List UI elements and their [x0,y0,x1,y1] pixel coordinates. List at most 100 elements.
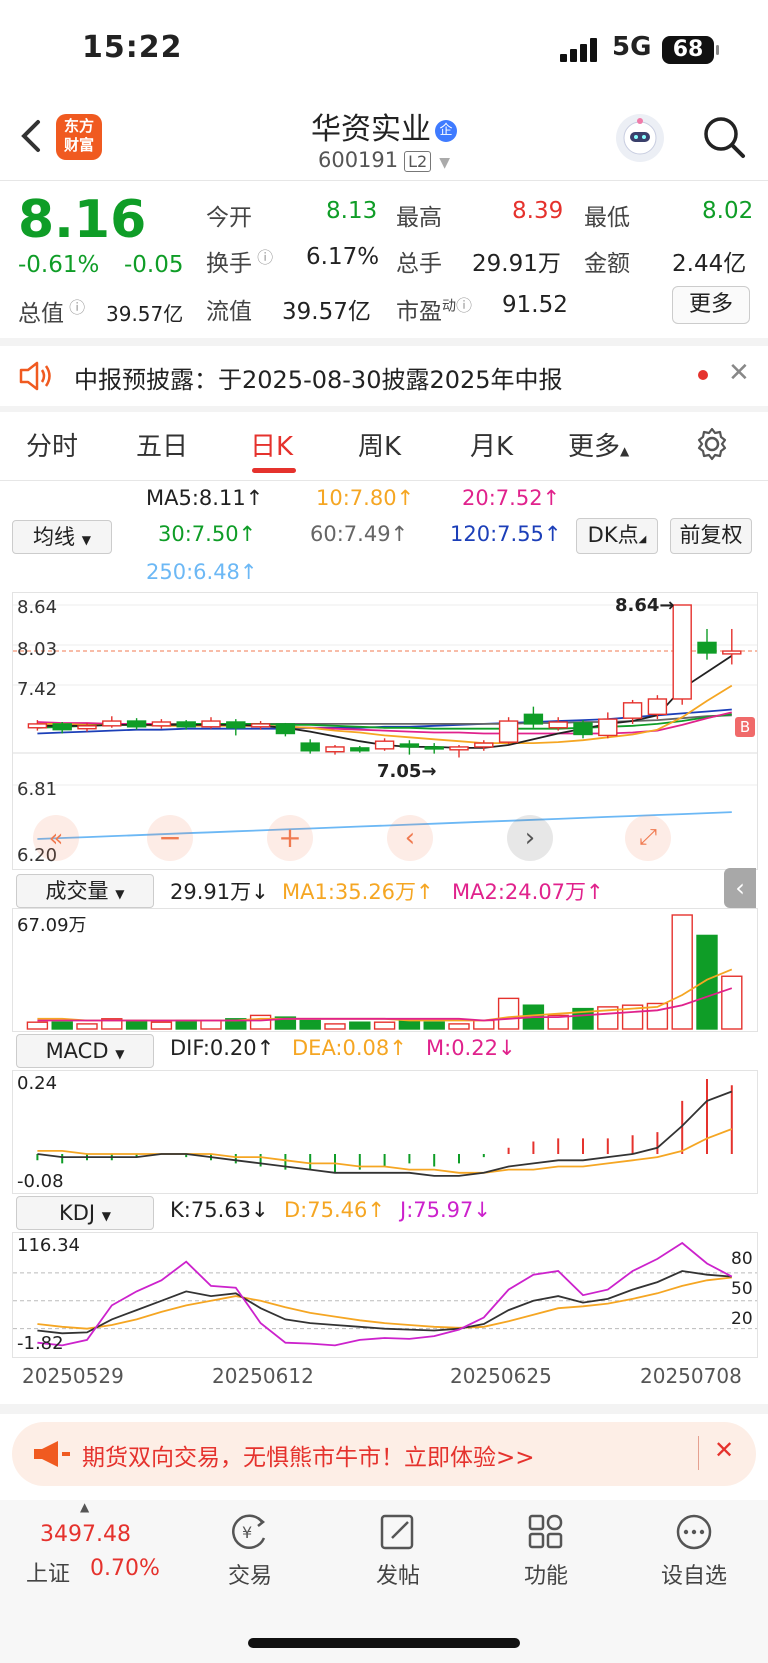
more-button[interactable]: 更多 [672,286,750,324]
rewind-icon[interactable]: « [33,815,79,861]
candle-body [647,698,668,716]
candle-body [102,720,122,727]
candle-body [498,720,519,743]
volume-y-top: 67.09万 [17,915,87,936]
candle-body [52,723,72,731]
candle-body [275,723,296,735]
kdj-j-line [37,1241,733,1347]
tab-more[interactable]: 更多▲ [568,426,629,463]
adjust-mode-button[interactable]: 前复权 [670,518,752,554]
nav-functions[interactable]: 功能 [496,1512,596,1590]
low-value: 8.02 [702,198,754,224]
unread-dot [698,370,708,380]
index-value[interactable]: 3497.48 [40,1522,131,1547]
kdj-indicator-select[interactable]: KDJ ▼ [16,1196,154,1230]
next-icon[interactable]: › [507,815,553,861]
notice-bar[interactable]: 中报预披露：于2025-08-30披露2025年中报 ✕ [0,346,768,406]
macd-dea: DEA:0.08↑ [292,1036,407,1060]
candle-body [176,721,196,728]
zoom-in-icon[interactable]: + [267,815,313,861]
date-label: 20250612 [212,1364,314,1388]
index-change: 0.70% [90,1556,160,1581]
nav-post[interactable]: 发帖 [348,1512,448,1590]
quote-panel: 8.16 -0.61% -0.05 总值 ⓘ 39.57亿 今开 8.13 最高… [0,182,768,342]
tab-daily-k[interactable]: 日K [250,426,293,463]
nav-trade[interactable]: ¥ 交易 [200,1512,300,1590]
divider [698,1436,699,1470]
status-time: 15:22 [82,30,183,65]
stock-header: 东方 财富 华资实业企 600191 L2 ▼ [0,100,768,181]
trade-icon: ¥ [232,1514,266,1549]
macd-y-top: 0.24 [17,1073,58,1094]
volume-current: 29.91万↓ [170,880,269,904]
tab-five-day[interactable]: 五日 [136,426,188,463]
promo-banner[interactable]: 期货双向交易，无惧熊市牛市！立即体验>> ✕ [12,1422,756,1486]
candle-body [672,604,692,700]
open-label: 今开 [206,205,252,231]
macd-indicator-select[interactable]: MACD ▼ [16,1034,154,1068]
close-icon[interactable]: ✕ [728,358,750,388]
tab-weekly-k[interactable]: 周K [358,426,401,463]
kdj-ref-50: 50 [731,1279,753,1299]
volume-indicator-select[interactable]: 成交量 ▼ [16,874,154,908]
volume-bar [175,1019,197,1030]
volume-panel[interactable]: 67.09万 [12,908,758,1032]
nav-functions-label: 功能 [523,1564,568,1589]
change-value: -0.05 [124,252,184,278]
signal-icon [560,38,597,62]
volume-bar [249,1014,272,1030]
macd-panel[interactable]: 0.24 -0.08 [12,1070,758,1194]
open-value: 8.13 [326,198,378,224]
volume-bar [51,1021,73,1030]
kdj-panel[interactable]: 116.34 -1.82 80 50 20 [12,1232,758,1358]
index-name: 上证 [26,1562,71,1587]
search-icon[interactable] [700,112,748,164]
pe-value: 91.52 [502,292,568,318]
buy-marker[interactable]: B [735,717,755,737]
speaker-icon [19,361,51,391]
ma-type-select[interactable]: 均线 ▼ [12,520,112,554]
divider [0,1404,768,1414]
zoom-out-icon[interactable]: − [147,815,193,861]
volume-bar [721,975,743,1030]
tab-intraday[interactable]: 分时 [26,426,78,463]
collapse-panel-icon[interactable]: ‹ [724,868,756,908]
close-icon[interactable]: ✕ [714,1436,734,1464]
volume-value: 29.91万 [472,251,561,277]
dk-point-button[interactable]: DK点◢ [576,518,658,554]
date-label: 20250529 [22,1364,124,1388]
promo-text: 期货双向交易，无惧熊市牛市！立即体验>> [82,1445,535,1471]
candle-body [697,641,717,654]
volume-bar [448,1023,470,1030]
nav-add-watchlist-label: 设自选 [660,1564,727,1589]
volume-bar [696,934,718,1030]
change-pct: -0.61% [18,252,100,278]
mktcap-label: 总值 ⓘ [18,298,86,327]
volume-chart [26,914,743,1030]
candle-body [424,746,444,750]
volume-bar [373,1021,396,1030]
kline-panel[interactable]: 8.64 8.03 7.42 6.81 6.20 8.64→ 7.05→ B «… [12,592,758,870]
date-label: 20250708 [640,1364,742,1388]
fullscreen-icon[interactable]: ⤢ [625,815,671,861]
kline-y-3: 7.42 [17,679,58,700]
ma5-value: MA5:8.11↑ [146,486,264,510]
gear-icon[interactable] [694,426,730,462]
ma60-value: 60:7.49↑ [310,522,409,546]
network-label: 5G [612,32,652,62]
macd-y-bottom: -0.08 [17,1171,64,1192]
volume-bar [398,1019,421,1030]
candle-body [598,718,618,737]
volume-bar [76,1023,98,1030]
high-label: 最高 [396,205,442,231]
kline-min-label: 7.05→ [377,761,437,782]
prev-icon[interactable]: ‹ [387,815,433,861]
assistant-robot-icon[interactable] [616,114,664,162]
volume-bar [26,1021,49,1030]
kdj-d: D:75.46↑ [284,1198,385,1222]
kdj-ref-80: 80 [731,1249,753,1269]
macd-dif: DIF:0.20↑ [170,1036,275,1060]
macd-dea-line [37,1128,733,1174]
nav-add-watchlist[interactable]: 设自选 [644,1512,744,1590]
tab-monthly-k[interactable]: 月K [470,426,513,463]
